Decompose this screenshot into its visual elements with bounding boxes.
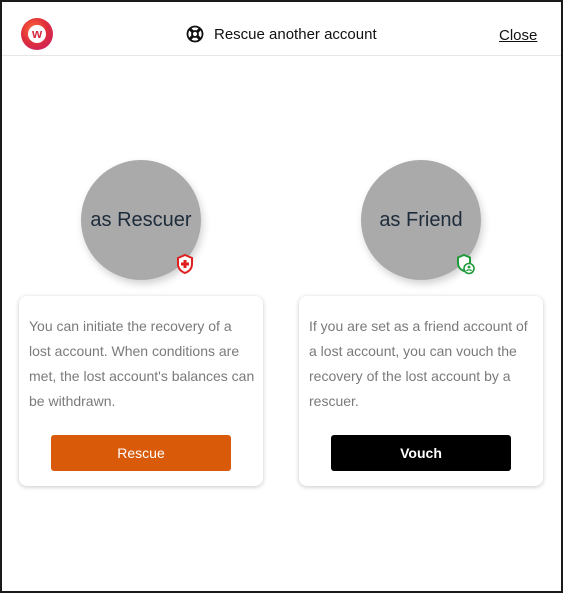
shield-plus-icon [177, 253, 193, 275]
dialog-title-text: Rescue another account [214, 25, 377, 43]
rescuer-card: You can initiate the recovery of a lost … [19, 296, 263, 486]
dialog-title: Rescue another account [186, 22, 377, 46]
rescue-button[interactable]: Rescue [51, 435, 231, 471]
close-button[interactable]: Close [499, 27, 537, 44]
friend-card: If you are set as a friend account of a … [299, 296, 543, 486]
friend-description: If you are set as a friend account of a … [309, 318, 528, 409]
rescuer-circle-label: as Rescuer [90, 208, 192, 231]
friend-circle-label: as Friend [379, 208, 463, 231]
rescuer-description: You can initiate the recovery of a lost … [29, 318, 255, 409]
vouch-button[interactable]: Vouch [331, 435, 511, 471]
app-logo: w [21, 18, 53, 50]
lifebuoy-icon [186, 25, 204, 43]
rescue-dialog: w Rescue another account Close as Rescue… [0, 0, 563, 593]
shield-user-icon [457, 253, 475, 275]
logo-letter: w [28, 25, 46, 43]
dialog-header: w Rescue another account Close [2, 2, 561, 56]
